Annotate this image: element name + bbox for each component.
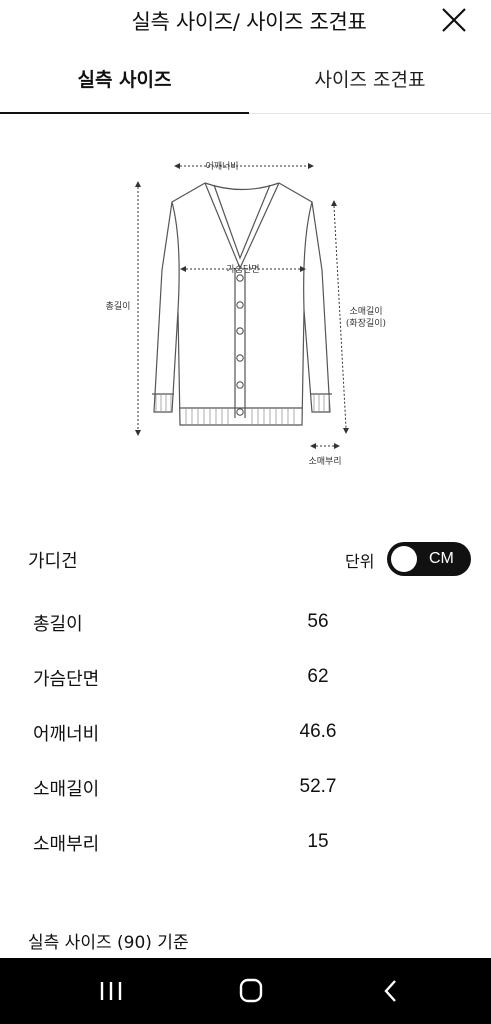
label-total-length: 총길이: [106, 301, 131, 312]
table-row: 소매부리 15: [0, 816, 491, 871]
measurement-label: 소매부리: [33, 834, 100, 855]
table-row: 총길이 56: [0, 596, 491, 651]
tab-actual-size[interactable]: 실측 사이즈: [0, 56, 249, 114]
page-title: 실측 사이즈/ 사이즈 조견표: [131, 10, 367, 34]
table-row: 어깨너비 46.6: [0, 706, 491, 761]
unit-label: 단위: [345, 552, 375, 571]
table-row: 가슴단면 62: [0, 651, 491, 706]
home-button[interactable]: [233, 974, 269, 1008]
measurement-value: 15: [307, 831, 329, 852]
product-name: 가디건: [28, 551, 78, 572]
tab-bar: 실측 사이즈 사이즈 조견표: [0, 56, 491, 114]
tab-size-chart[interactable]: 사이즈 조견표: [249, 56, 491, 114]
header: 실측 사이즈/ 사이즈 조견표: [0, 0, 491, 44]
measurement-value: 62: [307, 666, 329, 687]
measurement-table: 총길이 56 가슴단면 62 어깨너비 46.6 소매길이 52.7 소매부리 …: [0, 596, 491, 871]
recent-apps-icon: [100, 982, 122, 1000]
label-shoulder: 어깨너비: [205, 160, 238, 172]
label-sleeve-length-alt: (화장길이): [346, 318, 386, 329]
close-button[interactable]: [438, 4, 470, 36]
measurement-label: 가슴단면: [33, 669, 100, 690]
label-chest: 가슴단면: [226, 264, 259, 275]
back-button[interactable]: [373, 974, 409, 1008]
measurement-label: 어깨너비: [33, 724, 100, 745]
toggle-knob: [391, 546, 417, 572]
system-navigation-bar: [0, 958, 491, 1024]
recent-apps-button[interactable]: [93, 974, 129, 1008]
home-icon: [239, 978, 263, 1003]
close-icon: [442, 8, 466, 32]
unit-value: CM: [429, 550, 454, 567]
product-row: 가디건 단위 CM: [0, 540, 491, 580]
measurement-value: 46.6: [299, 721, 337, 742]
size-basis-note: 실측 사이즈 (90) 기준: [28, 933, 189, 953]
unit-toggle[interactable]: CM: [387, 542, 471, 576]
measurement-value: 56: [307, 611, 329, 632]
measurement-value: 52.7: [299, 776, 337, 797]
measurement-label: 총길이: [33, 614, 83, 635]
table-row: 소매길이 52.7: [0, 761, 491, 816]
label-cuff: 소매부리: [308, 456, 341, 467]
back-icon: [384, 980, 396, 1002]
cardigan-measurement-diagram: 어깨너비 가슴단면 총길이 소매길이 (화장길이) 소매부리: [106, 160, 387, 467]
label-sleeve-length: 소매길이: [349, 306, 382, 317]
measurement-label: 소매길이: [33, 779, 100, 800]
